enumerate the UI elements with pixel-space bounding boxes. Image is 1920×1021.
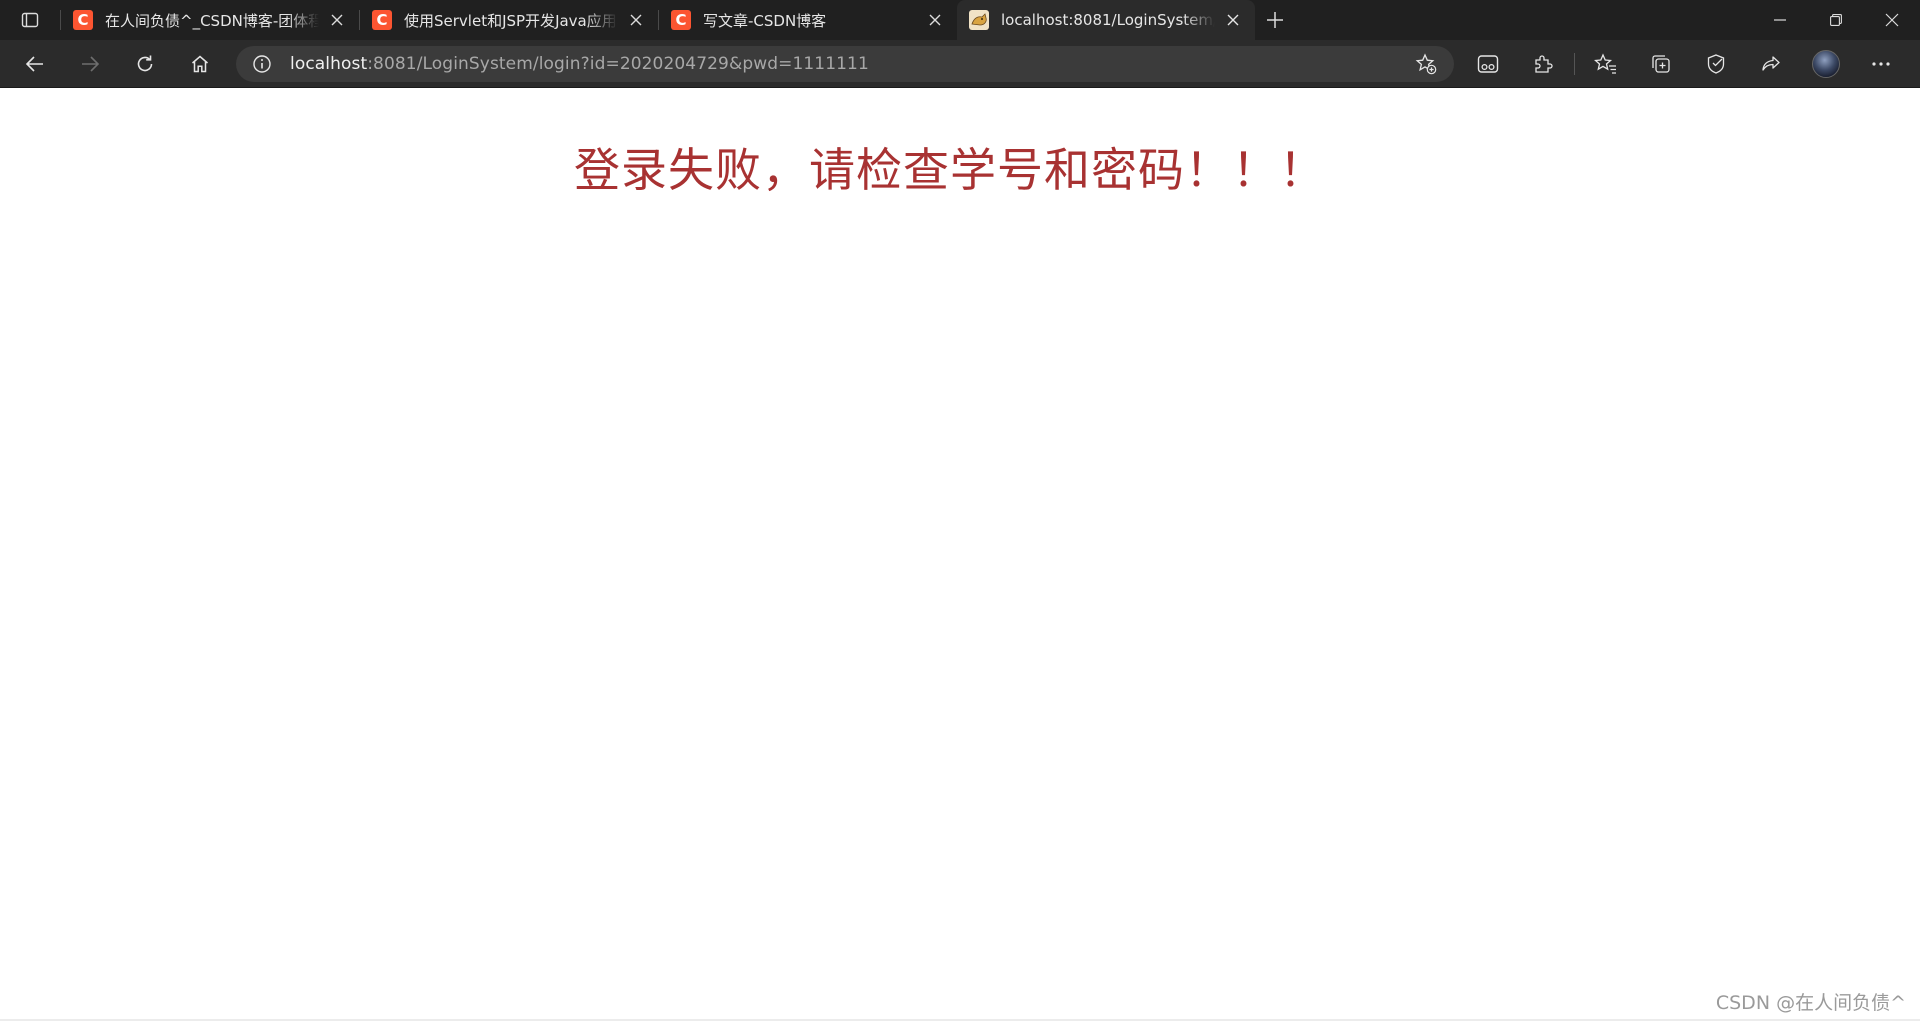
url-text[interactable]: localhost:8081/LoginSystem/login?id=2020…	[290, 54, 1410, 74]
profile-button[interactable]	[1806, 46, 1846, 82]
restore-icon	[1830, 14, 1842, 26]
collections-button[interactable]	[1641, 46, 1681, 82]
tab-actions-button[interactable]	[15, 5, 45, 35]
refresh-button[interactable]	[125, 46, 165, 82]
new-tab-button[interactable]	[1255, 0, 1295, 40]
collections-icon	[1652, 55, 1670, 73]
toolbar-icons	[1468, 46, 1916, 82]
tab-servlet-jsp[interactable]: C 使用Servlet和JSP开发Java应用程序	[360, 0, 658, 40]
share-button[interactable]	[1751, 46, 1791, 82]
window-controls	[1752, 0, 1920, 40]
close-icon[interactable]	[624, 8, 648, 32]
more-icon	[1872, 62, 1890, 66]
back-arrow-icon	[25, 55, 43, 72]
add-favorite-icon[interactable]	[1410, 48, 1442, 80]
close-icon	[1885, 13, 1899, 27]
tab-localhost-login[interactable]: localhost:8081/LoginSystem/login	[957, 0, 1255, 40]
address-bar[interactable]: localhost:8081/LoginSystem/login?id=2020…	[236, 46, 1454, 82]
close-icon[interactable]	[923, 8, 947, 32]
home-button[interactable]	[180, 46, 220, 82]
csdn-icon: C	[372, 10, 392, 30]
reader-mode-icon	[1477, 55, 1499, 73]
favorites-button[interactable]	[1586, 46, 1626, 82]
minimize-icon	[1774, 19, 1786, 21]
tomcat-icon	[969, 10, 989, 30]
site-info-icon[interactable]	[250, 52, 274, 76]
url-path: :8081/LoginSystem/login?id=2020204729&pw…	[367, 54, 869, 74]
tab-title: localhost:8081/LoginSystem/login	[1001, 11, 1215, 29]
immersive-reader-button[interactable]	[1468, 46, 1508, 82]
restore-button[interactable]	[1808, 0, 1864, 40]
url-host: localhost	[290, 54, 368, 74]
heart-shield-icon	[1707, 54, 1725, 74]
puzzle-icon	[1535, 55, 1553, 73]
csdn-icon: C	[671, 10, 691, 30]
csdn-icon: C	[73, 10, 93, 30]
browser-toolbar: localhost:8081/LoginSystem/login?id=2020…	[0, 40, 1920, 88]
tab-actions-icon	[21, 12, 39, 28]
csdn-watermark: CSDN @在人间负债^	[1715, 992, 1906, 1014]
forward-arrow-icon	[82, 55, 100, 72]
login-error-message: 登录失败，请检查学号和密码！！！	[574, 143, 1326, 197]
close-icon[interactable]	[325, 8, 349, 32]
close-window-button[interactable]	[1864, 0, 1920, 40]
back-button[interactable]	[15, 46, 55, 82]
browser-essentials-button[interactable]	[1696, 46, 1736, 82]
tab-title: 使用Servlet和JSP开发Java应用程序	[404, 11, 618, 30]
toolbar-divider	[1574, 53, 1575, 75]
tab-write-article[interactable]: C 写文章-CSDN博客	[659, 0, 957, 40]
browser-window: C 在人间负债^_CSDN博客-团体程序设计天梯赛 C 使用Servlet和JS…	[0, 0, 1920, 1021]
plus-icon	[1267, 12, 1283, 28]
settings-menu-button[interactable]	[1861, 46, 1901, 82]
tab-actions	[0, 0, 60, 40]
share-icon	[1762, 56, 1780, 71]
favorites-star-icon	[1594, 53, 1616, 74]
page-viewport: 登录失败，请检查学号和密码！！！ CSDN @在人间负债^	[0, 88, 1920, 1021]
home-icon	[192, 55, 208, 72]
extensions-button[interactable]	[1523, 46, 1563, 82]
tab-strip: C 在人间负债^_CSDN博客-团体程序设计天梯赛 C 使用Servlet和JS…	[0, 0, 1920, 40]
refresh-icon	[137, 55, 153, 71]
tab-title: 在人间负债^_CSDN博客-团体程序设计天梯赛	[105, 11, 319, 30]
tab-csdn-blog[interactable]: C 在人间负债^_CSDN博客-团体程序设计天梯赛	[61, 0, 359, 40]
close-icon[interactable]	[1221, 8, 1245, 32]
avatar	[1812, 50, 1840, 78]
minimize-button[interactable]	[1752, 0, 1808, 40]
forward-button[interactable]	[70, 46, 110, 82]
tab-title: 写文章-CSDN博客	[703, 11, 827, 30]
